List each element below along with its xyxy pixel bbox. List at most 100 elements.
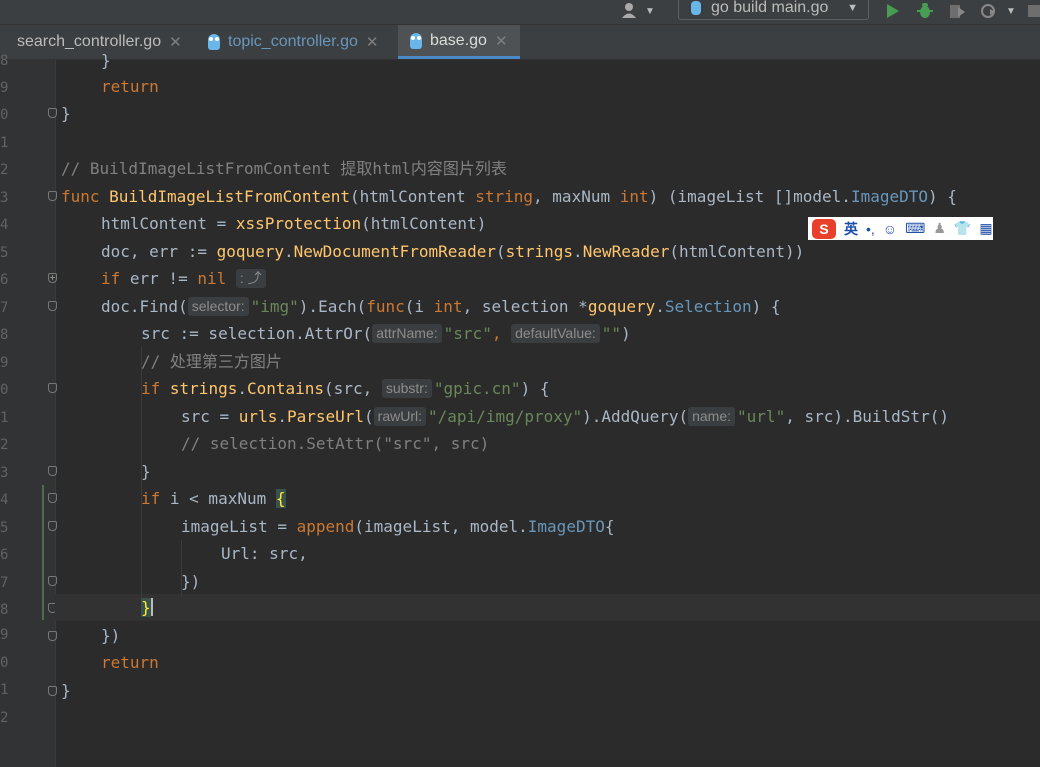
line-number: 0 [0, 382, 8, 398]
code-line: }) [101, 622, 120, 649]
chevron-down-icon[interactable]: ▼ [1006, 0, 1016, 22]
vcs-change-marker[interactable] [42, 485, 44, 620]
code-line: } [101, 47, 111, 74]
editor-gutter[interactable]: 8 9 0 1 2 3 4 5 6 7 8 9 0 1 2 3 4 5 6 7 … [0, 53, 57, 767]
type-token: ImageDTO [527, 517, 605, 536]
parameter-hint: name: [688, 407, 736, 426]
parameter-hint: rawUrl: [373, 407, 427, 426]
code-token: src := selection.AttrOr( [141, 324, 373, 343]
parameter-hint: substr: [381, 379, 432, 398]
code-token: i < maxNum [160, 489, 276, 508]
debug-icon[interactable] [916, 0, 934, 22]
matched-brace: } [141, 598, 151, 617]
line-number: 2 [0, 710, 8, 726]
keyword-token: return [101, 653, 159, 672]
comment-token: // BuildImageListFromContent 提取html内容图片列… [61, 159, 507, 178]
code-line-current: } [141, 594, 153, 621]
call-token: NewReader [582, 242, 670, 261]
tab-base-go[interactable]: base.go ✕ [398, 25, 520, 59]
code-token: ).Each( [298, 297, 367, 316]
ime-emoji-icon[interactable]: ☺ [883, 221, 897, 237]
code-line: Url: src, [221, 540, 308, 567]
run-configuration-select[interactable]: go build main.go ▼ [678, 0, 869, 20]
tab-topic-controller[interactable]: topic_controller.go ✕ [194, 25, 397, 59]
code-token: ( [495, 242, 506, 261]
code-token: doc.Find( [101, 297, 188, 316]
ime-language-toggle[interactable]: 英 [844, 219, 858, 239]
ime-user-icon[interactable]: ♟ [933, 220, 946, 237]
ime-grid-icon[interactable]: ▦ [979, 220, 992, 237]
code-token: ) { [520, 379, 550, 398]
ime-toolbar[interactable]: S 英 •, ☺ ⌨ ♟ 👕 ▦ [808, 217, 993, 240]
go-icon [691, 1, 701, 15]
code-line: if i < maxNum { [141, 485, 286, 512]
code-token: { [604, 517, 615, 536]
code-line: } [141, 458, 151, 485]
line-number: 7 [0, 575, 8, 591]
close-icon[interactable]: ✕ [366, 33, 379, 51]
package-token: urls [238, 407, 278, 426]
ime-logo-icon[interactable]: S [812, 218, 836, 239]
line-number: 0 [0, 655, 8, 671]
code-token: , selection * [462, 297, 588, 316]
ime-punctuation-toggle[interactable]: •, [866, 221, 875, 237]
user-icon[interactable] [622, 0, 640, 22]
code-line: } [61, 677, 71, 704]
call-token: NewDocumentFromReader [293, 242, 496, 261]
go-file-icon [410, 32, 422, 49]
line-number: 1 [0, 410, 8, 426]
tab-search-controller[interactable]: search_controller.go ✕ [0, 25, 194, 59]
line-number: 2 [0, 437, 8, 453]
line-number: 8 [0, 327, 8, 343]
code-token: (i [404, 297, 434, 316]
code-line: func BuildImageListFromContent(htmlConte… [61, 183, 957, 210]
line-number: 9 [0, 627, 8, 643]
ime-skin-icon[interactable]: 👕 [954, 220, 971, 237]
code-line: doc, err := goquery.NewDocumentFromReade… [101, 238, 804, 265]
comment-token: // selection.SetAttr("src", src) [181, 434, 490, 453]
code-token: } [61, 104, 71, 123]
line-number: 6 [0, 272, 8, 288]
line-number: 9 [0, 80, 8, 96]
folded-region[interactable]: : ⤴ [235, 269, 266, 288]
string-token: "url" [737, 407, 786, 426]
code-token: src = [181, 407, 239, 426]
line-number: 1 [0, 135, 8, 151]
call-token: xssProtection [235, 214, 362, 233]
ime-keyboard-icon[interactable]: ⌨ [905, 220, 925, 237]
type-token: string [475, 187, 534, 206]
code-token: . [573, 242, 583, 261]
close-icon[interactable]: ✕ [495, 32, 508, 50]
code-token: (htmlContent)) [669, 242, 805, 261]
string-token: "" [601, 324, 622, 343]
package-token: strings [169, 379, 238, 398]
line-number: 8 [0, 602, 8, 618]
code-token: (src, [324, 379, 382, 398]
code-token: ) [621, 324, 631, 343]
type-token: Selection [664, 297, 752, 316]
go-file-icon [208, 34, 220, 50]
code-token: ) { [751, 297, 781, 316]
close-icon[interactable]: ✕ [169, 33, 182, 51]
field-token: Url [221, 544, 250, 563]
keyword-token: if [141, 379, 161, 398]
profile-icon[interactable] [980, 0, 998, 22]
code-token: ) (imageList []model. [648, 187, 851, 206]
chevron-down-icon[interactable]: ▼ [645, 0, 655, 22]
code-line: } [61, 100, 71, 127]
code-token: (htmlContent [350, 187, 476, 206]
string-token: "img" [250, 297, 299, 316]
code-line: // selection.SetAttr("src", src) [181, 430, 489, 457]
matched-brace: { [275, 489, 286, 508]
line-number: 9 [0, 355, 8, 371]
code-editor[interactable]: } return } // BuildImageListFromContent … [55, 51, 1040, 767]
chevron-down-icon: ▼ [847, 2, 858, 14]
run-icon[interactable] [886, 0, 900, 22]
code-token: ).AddQuery( [582, 407, 689, 426]
coverage-icon[interactable] [948, 0, 966, 22]
parameter-hint: attrName: [372, 324, 442, 343]
package-token: strings [505, 242, 574, 261]
stop-icon[interactable] [1028, 0, 1040, 22]
line-number: 1 [0, 682, 8, 698]
code-token: . [284, 242, 294, 261]
